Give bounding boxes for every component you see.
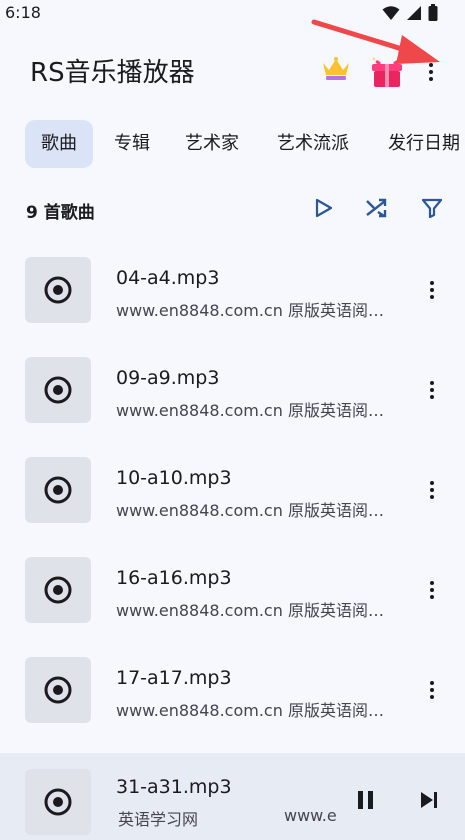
song-subtitle: www.en8848.com.cn 原版英语阅读网 [116, 501, 386, 520]
disc-icon [44, 576, 72, 604]
list-item[interactable]: 09-a9.mp3 www.en8848.com.cn 原版英语阅读网 [0, 341, 465, 441]
song-more-button[interactable] [422, 276, 442, 304]
song-title: 16-a16.mp3 [116, 567, 232, 589]
now-playing-title: 31-a31.mp3 [116, 776, 232, 798]
album-art [25, 657, 91, 723]
tab-albums[interactable]: 专辑 [114, 120, 150, 168]
album-art [25, 357, 91, 423]
app-title: RS音乐播放器 [30, 58, 195, 88]
list-item[interactable]: 04-a4.mp3 www.en8848.com.cn 原版英语阅读网 [0, 241, 465, 341]
album-art [25, 557, 91, 623]
song-title: 10-a10.mp3 [116, 467, 232, 489]
category-tabs: 歌曲 专辑 艺术家 艺术流派 发行日期 [0, 120, 465, 170]
status-time: 6:18 [5, 3, 41, 22]
album-art [25, 457, 91, 523]
song-count: 9 首歌曲 [26, 203, 95, 223]
list-item[interactable]: 10-a10.mp3 www.en8848.com.cn 原版英语阅读网 [0, 441, 465, 541]
mini-player[interactable] [0, 753, 465, 840]
song-more-button[interactable] [422, 676, 442, 704]
disc-icon [44, 376, 72, 404]
list-item[interactable]: 17-a17.mp3 www.en8848.com.cn 原版英语阅读网 [0, 641, 465, 741]
song-subtitle: www.en8848.com.cn 原版英语阅读网 [116, 701, 386, 720]
song-more-button[interactable] [422, 576, 442, 604]
play-icon[interactable] [311, 196, 335, 220]
skip-next-icon[interactable] [418, 789, 440, 811]
tab-genres[interactable]: 艺术流派 [277, 120, 349, 168]
song-more-button[interactable] [422, 476, 442, 504]
song-subtitle: www.en8848.com.cn 原版英语阅读网 [116, 401, 386, 420]
tab-release-date[interactable]: 发行日期 [388, 120, 460, 168]
song-subtitle: www.en8848.com.cn 原版英语阅读网 [116, 601, 386, 620]
filter-icon[interactable] [420, 196, 444, 220]
shuffle-icon[interactable] [364, 196, 388, 220]
song-title: 09-a9.mp3 [116, 367, 220, 389]
song-more-button[interactable] [422, 376, 442, 404]
disc-icon [44, 276, 72, 304]
now-playing-artist: 英语学习网 [118, 810, 199, 829]
song-title: 04-a4.mp3 [116, 267, 220, 289]
pause-icon[interactable] [354, 788, 378, 812]
now-playing-url: www.en8848.com.cn [284, 806, 336, 825]
disc-icon [44, 676, 72, 704]
now-playing-art [25, 769, 91, 835]
song-subtitle: www.en8848.com.cn 原版英语阅读网 [116, 301, 386, 320]
disc-icon [44, 476, 72, 504]
album-art [25, 257, 91, 323]
tab-artists[interactable]: 艺术家 [185, 120, 239, 168]
tab-songs[interactable]: 歌曲 [25, 120, 93, 168]
song-title: 17-a17.mp3 [116, 667, 232, 689]
annotation-arrow-icon [311, 19, 440, 64]
disc-icon [44, 788, 72, 816]
list-item[interactable]: 16-a16.mp3 www.en8848.com.cn 原版英语阅读网 [0, 541, 465, 641]
